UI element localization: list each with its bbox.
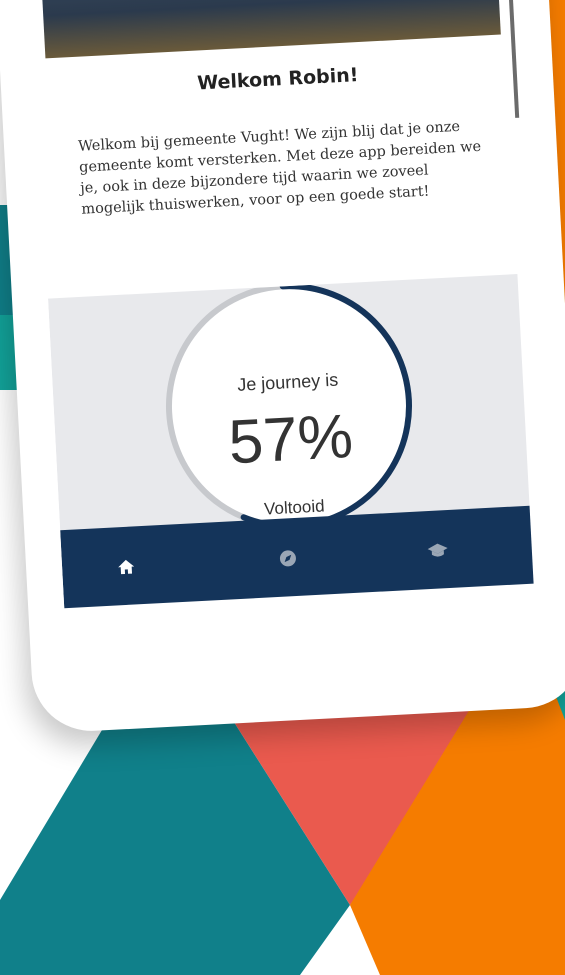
- welcome-text: Welkom bij gemeente Vught! We zijn blij …: [77, 118, 482, 218]
- welcome-title: Welkom Robin!: [196, 64, 359, 95]
- graduation-cap-icon: [427, 543, 448, 557]
- app-screen: Welkom Robin! Welkom bij gemeente Vught!…: [29, 0, 546, 613]
- phone-frame: Welkom Robin! Welkom bij gemeente Vught!…: [0, 0, 565, 734]
- hero-image: [39, 0, 501, 59]
- home-icon: [118, 559, 135, 575]
- tab-learning[interactable]: [417, 530, 459, 572]
- tab-home[interactable]: [105, 546, 147, 588]
- tab-explore[interactable]: [267, 537, 309, 579]
- compass-icon: [279, 550, 296, 567]
